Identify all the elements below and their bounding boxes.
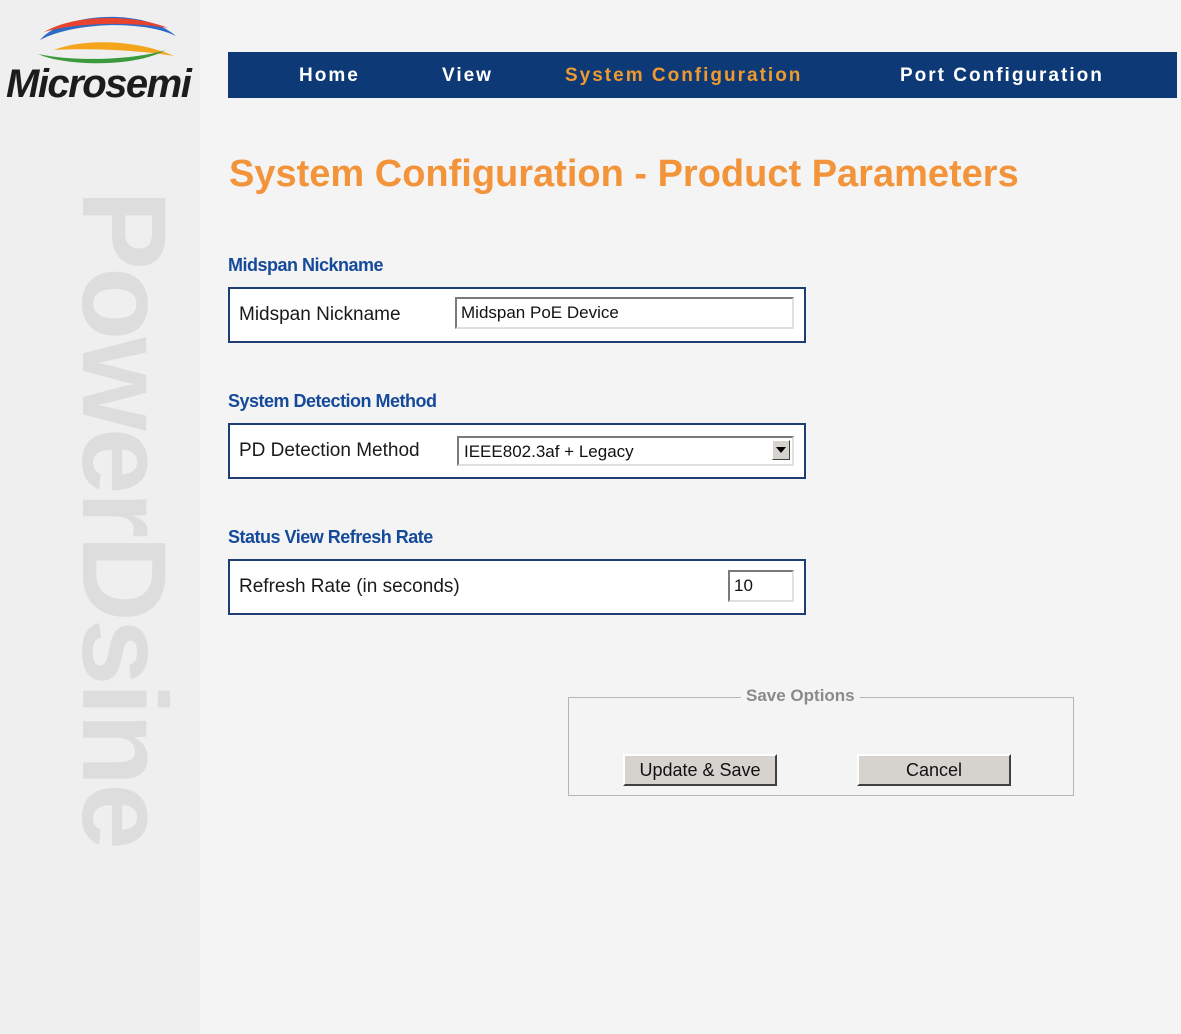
section-title-refresh: Status View Refresh Rate — [228, 527, 433, 547]
nav-view[interactable]: View — [442, 65, 493, 87]
nickname-field-box: Midspan Nickname — [228, 287, 806, 343]
nickname-label: Midspan Nickname — [239, 304, 401, 325]
update-save-button[interactable]: Update & Save — [623, 754, 777, 786]
section-title-nickname: Midspan Nickname — [228, 255, 384, 275]
refresh-field-box: Refresh Rate (in seconds) — [228, 559, 806, 615]
detection-selected-value: IEEE802.3af + Legacy — [464, 442, 634, 461]
nav-port-configuration[interactable]: Port Configuration — [900, 65, 1104, 87]
nav-system-configuration[interactable]: System Configuration — [565, 65, 802, 87]
nickname-input[interactable] — [455, 297, 794, 329]
cancel-button[interactable]: Cancel — [857, 754, 1011, 786]
detection-field-box: PD Detection Method IEEE802.3af + Legacy — [228, 423, 806, 479]
nav-home[interactable]: Home — [299, 65, 360, 87]
save-options-legend: Save Options — [741, 686, 860, 706]
sidebar: Microsemi PowerDsine — [0, 0, 200, 1034]
page-title: System Configuration - Product Parameter… — [229, 153, 1019, 195]
refresh-rate-input[interactable] — [728, 570, 794, 602]
detection-method-select[interactable]: IEEE802.3af + Legacy — [457, 436, 794, 466]
powerdsine-watermark: PowerDsine — [45, 190, 195, 1030]
dropdown-arrow-icon[interactable] — [772, 440, 790, 460]
refresh-label: Refresh Rate (in seconds) — [239, 576, 460, 597]
microsemi-logo: Microsemi — [6, 10, 216, 106]
logo-text: Microsemi — [6, 62, 192, 106]
top-navbar: Home View System Configuration Port Conf… — [228, 52, 1177, 98]
section-title-detection: System Detection Method — [228, 391, 437, 411]
save-options-fieldset: Save Options Update & Save Cancel — [568, 686, 1074, 796]
watermark-text: PowerDsine — [57, 190, 191, 847]
detection-label: PD Detection Method — [239, 440, 420, 461]
